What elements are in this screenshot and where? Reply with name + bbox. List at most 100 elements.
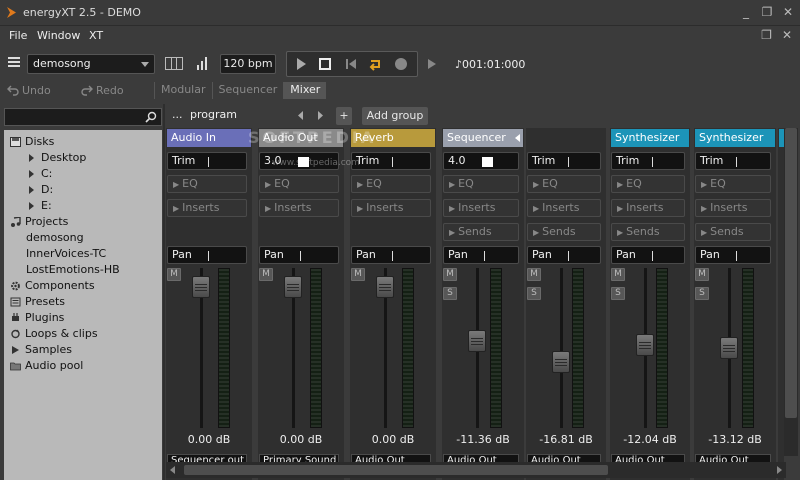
browser-menu-icon[interactable] — [8, 57, 20, 68]
pan-control[interactable]: Pan — [167, 246, 247, 264]
record-button[interactable] — [389, 52, 413, 76]
browser-item[interactable]: Presets — [10, 295, 65, 308]
pan-control[interactable]: Pan — [695, 246, 771, 264]
panel-splitter[interactable] — [163, 104, 165, 480]
minimize-button[interactable]: _ — [740, 5, 752, 19]
volume-fader[interactable] — [720, 337, 738, 359]
scroll-right-icon[interactable] — [777, 466, 782, 474]
menu-file[interactable]: File — [9, 29, 27, 42]
pan-control[interactable]: Pan — [351, 246, 431, 264]
play-from-start-icon[interactable] — [424, 56, 440, 72]
inserts-button[interactable]: ▶ Inserts — [527, 199, 601, 217]
strip-name[interactable]: Audio In — [167, 129, 251, 147]
inserts-button[interactable]: ▶ Inserts — [259, 199, 339, 217]
scroll-left-icon[interactable] — [170, 466, 175, 474]
add-button[interactable]: + — [336, 107, 352, 125]
browser-search[interactable] — [4, 108, 162, 126]
browser-item[interactable]: InnerVoices-TC — [26, 247, 106, 260]
play-button[interactable] — [289, 52, 313, 76]
browser-item[interactable]: Components — [10, 279, 95, 292]
loop-button[interactable] — [363, 52, 387, 76]
solo-button[interactable]: S — [611, 287, 625, 300]
mute-button[interactable]: M — [527, 268, 541, 281]
fader-track[interactable] — [560, 268, 563, 428]
browser-item[interactable]: Projects — [10, 215, 68, 228]
redo-button[interactable]: Redo — [96, 84, 124, 97]
collapse-group-icon[interactable] — [515, 134, 521, 142]
song-select[interactable]: demosong — [27, 54, 155, 74]
rewind-button[interactable] — [339, 52, 363, 76]
add-group-button[interactable]: Add group — [362, 107, 428, 125]
tab-modular[interactable]: Modular — [154, 82, 212, 99]
solo-button[interactable]: S — [695, 287, 709, 300]
solo-button[interactable]: S — [527, 287, 541, 300]
pan-control[interactable]: Pan — [527, 246, 601, 264]
strip-name[interactable]: Synthesizer — [695, 129, 775, 147]
strip-name[interactable] — [527, 129, 605, 147]
sends-button[interactable]: ▶ Sends — [611, 223, 685, 241]
volume-fader[interactable] — [376, 276, 394, 299]
menu-xt[interactable]: XT — [89, 29, 103, 42]
pan-control[interactable]: Pan — [443, 246, 519, 264]
search-input[interactable] — [7, 110, 143, 124]
volume-fader[interactable] — [552, 350, 570, 373]
next-program-icon[interactable] — [316, 111, 324, 120]
trim-control[interactable]: Trim — [351, 152, 431, 170]
mute-button[interactable]: M — [611, 268, 625, 281]
inserts-button[interactable]: ▶ Inserts — [167, 199, 247, 217]
mute-button[interactable]: M — [259, 268, 273, 281]
sends-button[interactable]: ▶ Sends — [527, 223, 601, 241]
tempo-field[interactable]: 120 bpm — [220, 54, 276, 74]
mixer-horizontal-scrollbar[interactable] — [166, 462, 786, 478]
pan-control[interactable]: Pan — [259, 246, 339, 264]
sends-button[interactable]: ▶ Sends — [695, 223, 771, 241]
undo-button[interactable]: Undo — [22, 84, 51, 97]
solo-button[interactable]: S — [443, 287, 457, 300]
volume-fader[interactable] — [636, 334, 654, 357]
close-button[interactable]: ✕ — [782, 5, 794, 19]
tab-mixer[interactable]: Mixer — [283, 82, 327, 99]
strip-name[interactable]: Synthesizer — [611, 129, 689, 147]
browser-item[interactable]: E: — [26, 199, 52, 212]
browser-item[interactable]: C: — [26, 167, 52, 180]
browser-item[interactable]: Audio pool — [10, 359, 83, 372]
tab-sequencer[interactable]: Sequencer — [211, 82, 284, 99]
mute-button[interactable]: M — [695, 268, 709, 281]
search-icon[interactable] — [145, 111, 157, 123]
trim-handle[interactable] — [482, 157, 493, 167]
browser-item[interactable]: Loops & clips — [10, 327, 98, 340]
browser-item[interactable]: LostEmotions-HB — [26, 263, 120, 276]
mixer-vertical-scrollbar[interactable] — [784, 128, 798, 456]
stop-button[interactable] — [313, 52, 337, 76]
volume-fader[interactable] — [284, 276, 302, 299]
browser-item[interactable]: Desktop — [26, 151, 86, 164]
scroll-thumb[interactable] — [184, 465, 608, 475]
scroll-thumb[interactable] — [785, 128, 797, 418]
trim-control[interactable]: Trim — [611, 152, 685, 170]
eq-button[interactable]: ▶ EQ — [443, 175, 519, 193]
inserts-button[interactable]: ▶ Inserts — [351, 199, 431, 217]
volume-fader[interactable] — [468, 330, 486, 353]
eq-button[interactable]: ▶ EQ — [167, 175, 247, 193]
eq-button[interactable]: ▶ EQ — [259, 175, 339, 193]
inserts-button[interactable]: ▶ Inserts — [443, 199, 519, 217]
browser-item[interactable]: Disks — [10, 135, 54, 148]
browser-item[interactable]: D: — [26, 183, 53, 196]
restore-button[interactable]: ❐ — [761, 5, 773, 19]
sends-button[interactable]: ▶ Sends — [443, 223, 519, 241]
pan-control[interactable]: Pan — [611, 246, 685, 264]
trim-control[interactable]: Trim — [527, 152, 601, 170]
eq-button[interactable]: ▶ EQ — [351, 175, 431, 193]
menu-window[interactable]: Window — [37, 29, 80, 42]
mixer-dots[interactable]: ... — [172, 108, 183, 121]
eq-button[interactable]: ▶ EQ — [611, 175, 685, 193]
keyboard-icon[interactable] — [165, 57, 183, 70]
strip-name[interactable]: Sequencer — [443, 129, 523, 147]
volume-fader[interactable] — [192, 276, 210, 299]
panel-close-button[interactable]: ✕ — [782, 28, 792, 42]
panel-restore-button[interactable]: ❐ — [761, 28, 772, 42]
eq-button[interactable]: ▶ EQ — [695, 175, 771, 193]
eq-button[interactable]: ▶ EQ — [527, 175, 601, 193]
trim-control[interactable]: 4.0 — [443, 152, 519, 170]
trim-control[interactable]: Trim — [167, 152, 247, 170]
